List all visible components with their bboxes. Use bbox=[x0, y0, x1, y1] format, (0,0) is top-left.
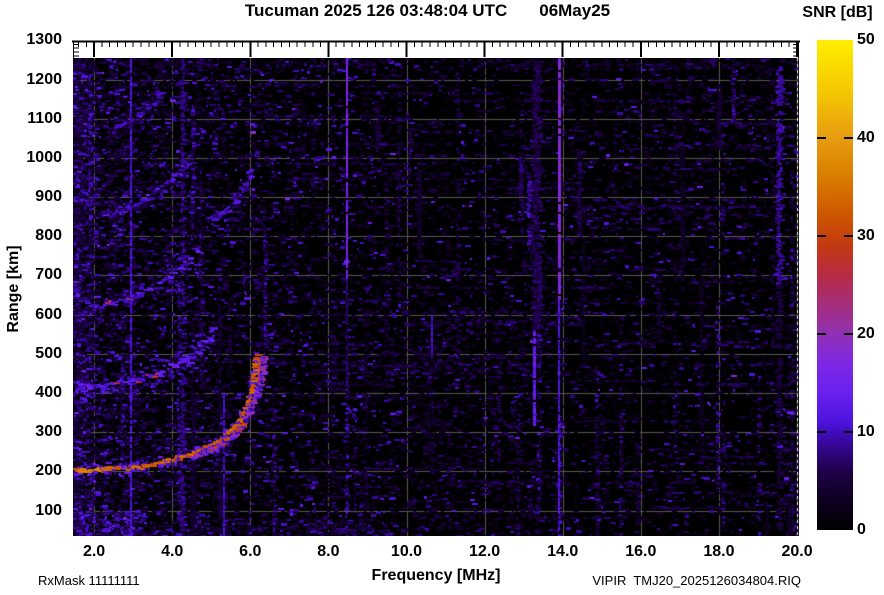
y-tick-label: 1200 bbox=[26, 70, 62, 88]
y-tick-label: 1100 bbox=[27, 109, 62, 127]
x-tick-label: 14.0 bbox=[547, 543, 579, 560]
colorbar-tick-label: 50 bbox=[857, 31, 875, 48]
x-tick-label: 16.0 bbox=[625, 543, 657, 560]
colorbar-tick-mark bbox=[817, 431, 826, 433]
x-tick-label: 4.0 bbox=[161, 543, 184, 560]
ionogram-heatmap bbox=[73, 58, 799, 536]
x-tick-label: 20.0 bbox=[781, 543, 813, 560]
y-tick-label: 1300 bbox=[26, 31, 62, 49]
y-tick-label: 300 bbox=[35, 423, 62, 441]
colorbar-tick-label: 0 bbox=[857, 521, 866, 538]
title-date: 06May25 bbox=[539, 1, 611, 20]
y-tick-label: 700 bbox=[35, 266, 62, 284]
file-id-annotation: VIPIR TMJ20_2025126034804.RIQ bbox=[592, 573, 801, 588]
x-tick-label: 8.0 bbox=[317, 543, 340, 560]
colorbar-title: SNR [dB] bbox=[802, 4, 873, 21]
colorbar-tick-mark bbox=[817, 235, 826, 237]
y-tick-label: 200 bbox=[35, 462, 62, 480]
ionogram-figure: Tucuman 2025 126 03:48:04 UTC 06May25 SN… bbox=[0, 0, 884, 595]
x-tick-label: 18.0 bbox=[703, 543, 735, 560]
x-tick-label: 6.0 bbox=[239, 543, 262, 560]
y-tick-label: 100 bbox=[35, 501, 62, 519]
x-tick-label: 10.0 bbox=[390, 543, 423, 560]
colorbar-tick-label: 30 bbox=[857, 227, 875, 244]
y-tick-label: 400 bbox=[35, 383, 62, 401]
colorbar-tick-mark bbox=[817, 137, 826, 139]
y-tick-label: 500 bbox=[35, 344, 62, 362]
x-tick-label: 12.0 bbox=[469, 543, 501, 560]
title-station-time: Tucuman 2025 126 03:48:04 UTC bbox=[244, 1, 508, 20]
y-tick-label: 1000 bbox=[26, 148, 62, 166]
colorbar-tick-mark bbox=[844, 137, 853, 139]
colorbar-tick-mark bbox=[817, 333, 826, 335]
plot-title: Tucuman 2025 126 03:48:04 UTC 06May25 bbox=[0, 1, 855, 21]
colorbar-tick-label: 10 bbox=[857, 423, 875, 440]
colorbar-tick-label: 40 bbox=[857, 129, 875, 146]
x-tick-label: 2.0 bbox=[82, 543, 106, 560]
y-tick-label: 900 bbox=[35, 188, 62, 206]
colorbar-gradient bbox=[817, 40, 853, 530]
y-tick-label: 600 bbox=[35, 305, 62, 323]
colorbar-tick-mark bbox=[844, 235, 853, 237]
rxmask-annotation: RxMask 11111111 bbox=[38, 573, 140, 588]
colorbar-tick-label: 20 bbox=[857, 325, 875, 342]
colorbar-tick-mark bbox=[844, 431, 853, 433]
y-tick-label: 800 bbox=[35, 227, 62, 245]
colorbar-tick-mark bbox=[844, 333, 853, 335]
